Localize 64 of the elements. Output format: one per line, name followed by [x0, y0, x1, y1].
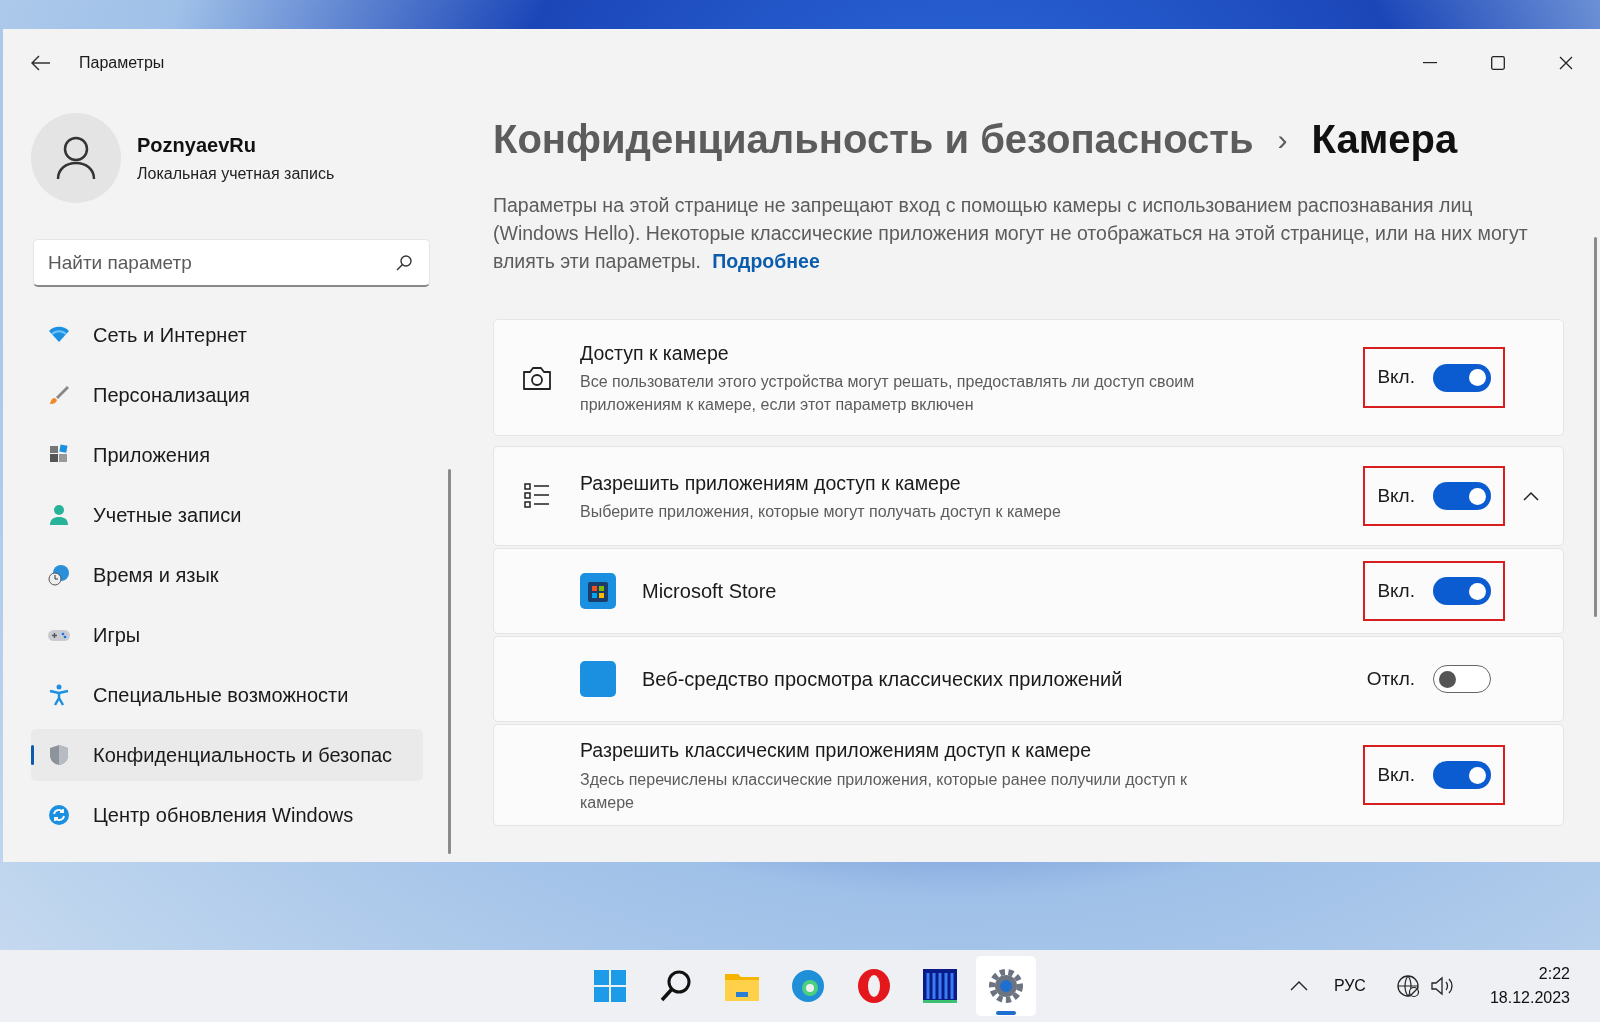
page-description: Параметры на этой странице не запрещают вход с помощью камеры с использованием распознавания лиц (Windows Hello). Некоторые классические приложения могут не отображаться на этой странице, или на них могут влиять эти параметры. Подробнее	[493, 193, 1529, 274]
camera-icon	[522, 364, 552, 391]
toggle-state-label: Вкл.	[1377, 365, 1415, 390]
toggle-switch[interactable]	[1433, 577, 1491, 605]
chevron-icon[interactable]	[1523, 491, 1539, 501]
nav-item[interactable]: Центр обновления Windows	[31, 789, 423, 841]
nav-item[interactable]: Сеть и Интернет	[31, 309, 423, 361]
setting-description: Все пользователи этого устройства могут решать, предоставлять ли доступ своим приложениям к камере, если этот параметр включен	[580, 372, 1196, 416]
nav-item[interactable]: Специальные возможности	[31, 669, 423, 721]
nav-item[interactable]: Конфиденциальность и безопас	[31, 729, 423, 781]
setting-title: Доступ к камере	[580, 340, 730, 366]
toggle-switch[interactable]	[1433, 363, 1491, 392]
grid-app-icon	[920, 966, 960, 1006]
setting-title: Веб-средство просмотра классических приложений	[642, 667, 1124, 692]
nav-item[interactable]: Персонализация	[31, 369, 423, 421]
page-title: Камера	[1311, 116, 1458, 163]
speaker-icon[interactable]	[1429, 975, 1456, 997]
nav-item[interactable]: Время и язык	[31, 549, 423, 601]
store-icon	[580, 573, 616, 609]
toggle-state-label: Вкл.	[1377, 483, 1415, 508]
setting-title: Microsoft Store	[642, 579, 778, 604]
gear-icon	[986, 966, 1026, 1006]
setting-title: Разрешить классическим приложениям доступ к камере	[580, 738, 1093, 764]
clock-date: 18.12.2023	[1489, 988, 1570, 1008]
toggle-state-label: Вкл.	[1377, 578, 1415, 603]
toggle-switch[interactable]	[1433, 761, 1491, 789]
clock-time: 2:22	[1538, 964, 1570, 984]
breadcrumb-parent[interactable]: Конфиденциальность и безопасность	[493, 109, 1254, 169]
toggle-state-label: Вкл.	[1377, 762, 1415, 787]
breadcrumb-separator: ›	[1277, 121, 1288, 158]
user-name: PoznyaevRu	[137, 133, 257, 158]
window-title: Параметры	[79, 53, 165, 73]
brush-icon	[47, 383, 71, 407]
globe-icon[interactable]	[1395, 974, 1420, 998]
minimize-icon	[1423, 62, 1437, 64]
person-icon	[47, 503, 71, 527]
back-arrow-icon	[31, 55, 51, 71]
setting-title: Разрешить приложениям доступ к камере	[580, 470, 962, 496]
search-field[interactable]: Найти параметр	[33, 239, 430, 287]
nav-item[interactable]: Учетные записи	[31, 489, 423, 541]
setting-description: Выберите приложения, которые могут получать доступ к камере	[580, 502, 1062, 523]
search-icon	[396, 255, 412, 271]
selection-indicator	[31, 745, 34, 765]
language-indicator[interactable]: РУС	[1333, 974, 1366, 998]
app-icon	[580, 661, 616, 697]
accessibility-icon	[47, 683, 71, 707]
learn-more-link[interactable]: Подробнее	[712, 250, 820, 272]
shield-icon	[47, 743, 71, 767]
toggle-switch[interactable]	[1433, 482, 1491, 510]
maximize-icon	[1491, 56, 1505, 70]
toggle-state-label: Откл.	[1366, 666, 1415, 691]
setting-description: Здесь перечислены классические приложения, которые ранее получили доступ к камере	[580, 769, 1189, 813]
toggle-switch[interactable]	[1433, 665, 1491, 693]
user-icon	[56, 136, 96, 180]
active-indicator	[996, 1011, 1016, 1015]
globe-clock-icon	[47, 563, 71, 587]
list-icon	[523, 482, 551, 510]
nav-item[interactable]: Игры	[31, 609, 423, 661]
sync-icon	[47, 803, 71, 827]
account-type: Локальная учетная запись	[137, 164, 335, 184]
chevron-up-icon[interactable]	[1289, 981, 1308, 991]
close-icon	[1559, 56, 1573, 70]
nav-item[interactable]: Приложения	[31, 429, 423, 481]
clock[interactable]: 2:22 18.12.2023	[1489, 962, 1570, 1010]
